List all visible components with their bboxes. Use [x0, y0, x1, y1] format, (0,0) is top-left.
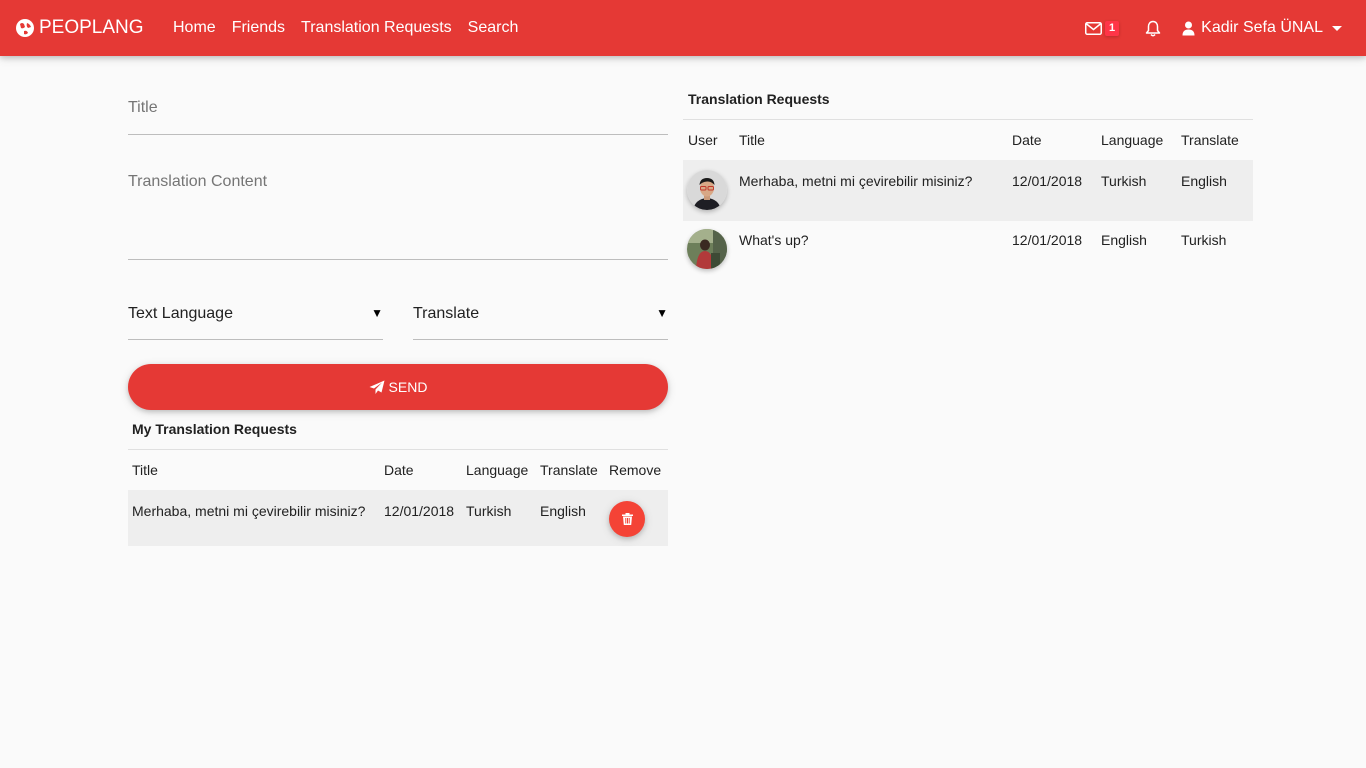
- nav-right: 1 Kadir Sefa ÜNAL: [1085, 16, 1342, 40]
- nav-friends[interactable]: Friends: [224, 16, 293, 40]
- dropdown-arrow-icon: ▼: [656, 306, 668, 320]
- envelope-icon: [1085, 21, 1103, 35]
- table-row: [683, 160, 1253, 221]
- translate-value: Translate: [413, 305, 480, 322]
- col-translate: Translate: [1181, 132, 1239, 148]
- my-row-language: Turkish: [466, 503, 512, 519]
- content-field: [128, 172, 668, 260]
- content-textarea[interactable]: [128, 172, 668, 252]
- title-input[interactable]: [128, 96, 668, 120]
- my-col-language: Language: [466, 462, 529, 478]
- avatar[interactable]: [687, 170, 727, 210]
- globe-icon: [16, 19, 34, 37]
- remove-button[interactable]: [609, 501, 645, 537]
- nav-home[interactable]: Home: [165, 16, 224, 40]
- messages-badge: 1: [1105, 20, 1120, 36]
- nav-search[interactable]: Search: [460, 16, 527, 40]
- brand-link[interactable]: PEOPLANG: [16, 16, 144, 40]
- user-icon: [1182, 21, 1195, 35]
- navbar: PEOPLANG Home Friends Translation Reques…: [0, 0, 1366, 56]
- req-row-1-translate: English: [1181, 173, 1227, 189]
- req-row-2-language: English: [1101, 232, 1147, 248]
- req-row-1-title: Merhaba, metni mi çevirebilir misiniz?: [739, 173, 973, 189]
- trash-icon: [621, 513, 633, 525]
- req-row-1-date: 12/01/2018: [1012, 173, 1083, 189]
- my-col-remove: Remove: [609, 462, 662, 478]
- my-col-date: Date: [384, 462, 414, 478]
- my-requests-heading: My Translation Requests: [132, 421, 297, 437]
- my-row-title: Merhaba, metni mi çevirebilir misiniz?: [132, 503, 366, 519]
- col-user: User: [688, 132, 718, 148]
- user-name: Kadir Sefa ÜNAL: [1201, 19, 1323, 36]
- title-field: [128, 96, 668, 135]
- bell-icon: [1145, 20, 1161, 36]
- col-title: Title: [739, 132, 765, 148]
- messages-button[interactable]: 1: [1085, 20, 1120, 36]
- col-language: Language: [1101, 132, 1164, 148]
- req-row-2-translate: Turkish: [1181, 232, 1227, 248]
- my-col-translate: Translate: [540, 462, 598, 478]
- requests-divider: [683, 119, 1253, 120]
- my-row-translate: English: [540, 503, 586, 519]
- my-col-title: Title: [132, 462, 158, 478]
- brand-name: PEOPLANG: [39, 17, 144, 38]
- dropdown-arrow-icon: ▼: [371, 306, 383, 320]
- my-row-date: 12/01/2018: [384, 503, 455, 519]
- paper-plane-icon: [369, 380, 385, 394]
- my-requests-divider: [128, 449, 668, 450]
- text-language-value: Text Language: [128, 305, 233, 322]
- send-label: SEND: [388, 379, 428, 395]
- user-menu[interactable]: Kadir Sefa ÜNAL: [1182, 19, 1342, 37]
- req-row-2-date: 12/01/2018: [1012, 232, 1083, 248]
- req-row-2-title: What's up?: [739, 232, 809, 248]
- nav-translation-requests[interactable]: Translation Requests: [293, 16, 460, 40]
- send-button[interactable]: SEND: [128, 364, 668, 410]
- avatar[interactable]: [687, 229, 727, 269]
- col-date: Date: [1012, 132, 1042, 148]
- notifications-button[interactable]: [1145, 20, 1161, 37]
- translate-select[interactable]: Translate ▼: [413, 301, 668, 340]
- nav-links: Home Friends Translation Requests Search: [165, 16, 526, 40]
- req-row-1-language: Turkish: [1101, 173, 1147, 189]
- requests-heading: Translation Requests: [688, 91, 830, 107]
- caret-down-icon: [1332, 25, 1342, 31]
- text-language-select[interactable]: Text Language ▼: [128, 301, 383, 340]
